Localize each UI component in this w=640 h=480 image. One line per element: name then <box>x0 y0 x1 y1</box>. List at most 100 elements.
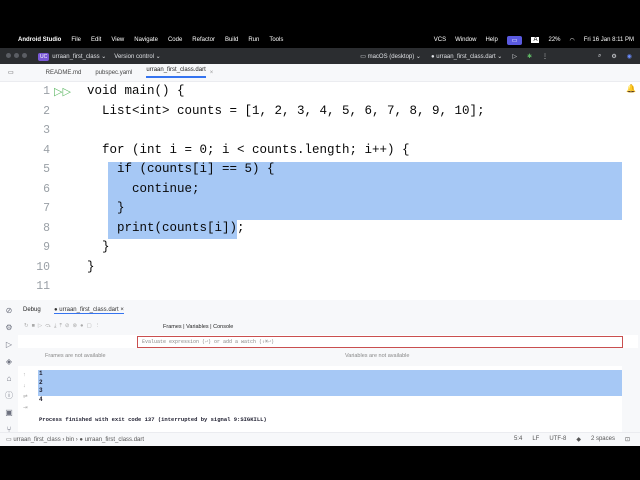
session-label: urraan_first_class.dart <box>59 307 119 313</box>
process-finished-message: Process finished with exit code 137 (int… <box>39 416 267 423</box>
menu-view[interactable]: View <box>111 37 124 43</box>
menu-tools[interactable]: Tools <box>269 37 283 43</box>
menu-edit[interactable]: Edit <box>91 37 101 43</box>
left-tool-strip: ⊘ ⚙ ▷ ◈ ⌂ ⓘ ▣ ⑂ <box>0 300 18 434</box>
run-config-selector[interactable]: ● urraan_first_class.dart ⌄ <box>431 53 502 60</box>
line-number: 6 <box>43 182 50 196</box>
menu-refactor[interactable]: Refactor <box>192 37 215 43</box>
run-icon[interactable]: ▷ <box>512 53 517 60</box>
breadcrumb-project[interactable]: urraan_first_class <box>13 437 60 443</box>
debug-subtabs[interactable]: Frames | Variables | Console <box>163 324 233 330</box>
vcs-label: Version control <box>114 53 154 60</box>
tab-debug-session[interactable]: ● urraan_first_class.dart × <box>54 307 124 314</box>
console-line: 3 <box>39 387 43 395</box>
device-selector[interactable]: ▭ macOS (desktop) ⌄ <box>360 53 421 60</box>
menu-file[interactable]: File <box>71 37 81 43</box>
main-toolbar: UC urraan_first_class ⌄ Version control ⌄… <box>0 48 640 64</box>
line-number: 1 <box>43 85 50 98</box>
file-encoding[interactable]: UTF-8 <box>549 436 566 443</box>
line-separator[interactable]: LF <box>532 436 539 443</box>
battery-percent[interactable]: 22% <box>548 37 560 43</box>
run-tool-icon[interactable]: ▷ <box>0 336 18 353</box>
console-line: 4 <box>39 396 43 404</box>
vcs-selector[interactable]: Version control ⌄ <box>114 53 160 60</box>
more-icon[interactable]: ⋮ <box>542 53 548 60</box>
code-line: print(counts[i]); <box>87 220 245 235</box>
console-line: 1 <box>39 370 43 377</box>
terminal-icon[interactable]: ▣ <box>0 404 18 421</box>
project-name: urraan_first_class <box>52 53 100 60</box>
line-number: 8 <box>43 221 50 235</box>
console-selection <box>38 370 622 396</box>
code-line: } <box>87 201 125 215</box>
datetime[interactable]: Fri 16 Jan 8:11 PM <box>584 37 634 43</box>
code-line: } <box>87 240 110 254</box>
line-number: 2 <box>43 104 50 118</box>
input-source[interactable]: A <box>531 37 540 43</box>
breadcrumb-bin[interactable]: bin <box>66 437 74 443</box>
menu-run[interactable]: Run <box>248 37 259 43</box>
console-line: 2 <box>39 378 43 386</box>
breadcrumb: ▭ urraan_first_class › bin › ● urraan_fi… <box>6 437 145 443</box>
code-line: } <box>87 259 95 274</box>
menu-window[interactable]: Window <box>455 37 476 43</box>
window-controls[interactable] <box>6 52 30 60</box>
account-icon[interactable]: ◉ <box>627 53 632 60</box>
devtools-icon[interactable]: ◈ <box>0 353 18 370</box>
cursor-position[interactable]: 5:4 <box>514 436 522 443</box>
evaluate-expression-input[interactable]: Evaluate expression (⏎) or add a watch (… <box>137 336 623 348</box>
eval-placeholder: Evaluate expression (⏎) or add a watch (… <box>142 339 275 345</box>
tab-readme[interactable]: README.md <box>46 70 82 76</box>
status-bar: ▭ urraan_first_class › bin › ● urraan_fi… <box>0 432 640 446</box>
project-badge: UC <box>38 52 50 61</box>
debug-icon[interactable]: ✱ <box>527 53 532 60</box>
code-line: void main() { <box>87 84 185 98</box>
menu-vcs[interactable]: VCS <box>434 37 446 43</box>
notifications-icon[interactable]: 🔔 <box>626 84 636 93</box>
variables-empty-text: Variables are not available <box>345 353 410 359</box>
search-icon[interactable]: ⌕ <box>598 53 601 60</box>
line-number: 10 <box>36 260 50 274</box>
settings-icon[interactable]: ⚙ <box>611 53 616 60</box>
project-panel-icon[interactable]: ▭ <box>8 69 14 76</box>
code-line: if (counts[i] == 5) { <box>87 162 275 176</box>
breadcrumb-file[interactable]: urraan_first_class.dart <box>85 437 144 443</box>
frames-empty-text: Frames are not available <box>45 353 106 359</box>
console-output[interactable]: 1 2 3 4 Process finished with exit code … <box>18 366 622 432</box>
device-label: macOS (desktop) <box>367 53 415 60</box>
line-number: 3 <box>43 124 50 137</box>
dart-icon[interactable]: ◆ <box>576 436 581 443</box>
menu-build[interactable]: Build <box>225 37 238 43</box>
debug-tool-icon[interactable]: ⚙ <box>0 319 18 336</box>
code-line: List<int> counts = [1, 2, 3, 4, 5, 6, 7,… <box>87 103 485 118</box>
menu-navigate[interactable]: Navigate <box>134 37 158 43</box>
tab-pubspec[interactable]: pubspec.yaml <box>95 70 132 76</box>
line-number: 7 <box>43 202 50 215</box>
debug-panel: ⊘ ⚙ ▷ ◈ ⌂ ⓘ ▣ ⑂ Debug ● urraan_first_cla… <box>0 300 640 434</box>
menu-code[interactable]: Code <box>168 37 182 43</box>
code-line: for (int i = 0; i < counts.length; i++) … <box>87 142 410 157</box>
tab-debug[interactable]: Debug <box>23 307 41 313</box>
project-selector[interactable]: UC urraan_first_class ⌄ <box>38 52 106 61</box>
line-number: 4 <box>43 143 50 157</box>
services-icon[interactable]: ⊘ <box>0 302 18 319</box>
tab-urraan-first-class[interactable]: urraan_first_class.dart <box>146 67 206 78</box>
editor-tabs: ▭ README.md pubspec.yaml urraan_first_cl… <box>0 64 640 82</box>
line-number: 9 <box>43 241 50 254</box>
console-side-actions[interactable]: ↑ ↓ ⇌ ⇥ <box>23 370 28 414</box>
problems-icon[interactable]: ⓘ <box>0 387 18 404</box>
lock-icon[interactable]: ⊡ <box>625 436 630 443</box>
code-editor[interactable]: 1 2 3 4 5 6 7 8 9 10 11 void main() { List<int> co… <box>0 82 640 300</box>
run-config-label: urraan_first_class.dart <box>436 53 496 60</box>
code-line: continue; <box>87 181 200 196</box>
debug-toolbar[interactable]: ↻■▷⤼⤓⤒⊘⊗●▢⋮ <box>24 323 103 330</box>
menu-app-name[interactable]: Android Studio <box>18 37 61 43</box>
indent-setting[interactable]: 2 spaces <box>591 436 615 443</box>
logcat-icon[interactable]: ⌂ <box>0 370 18 387</box>
macos-menu-bar: Android Studio File Edit View Navigate C… <box>0 32 640 48</box>
close-tab-icon[interactable]: × <box>210 70 214 76</box>
screen-record-icon[interactable]: ▭ <box>506 35 523 45</box>
menu-help[interactable]: Help <box>485 37 497 43</box>
wifi-icon[interactable]: ◠ <box>570 37 575 44</box>
run-gutter-icon[interactable]: ▷▷ <box>54 85 71 98</box>
